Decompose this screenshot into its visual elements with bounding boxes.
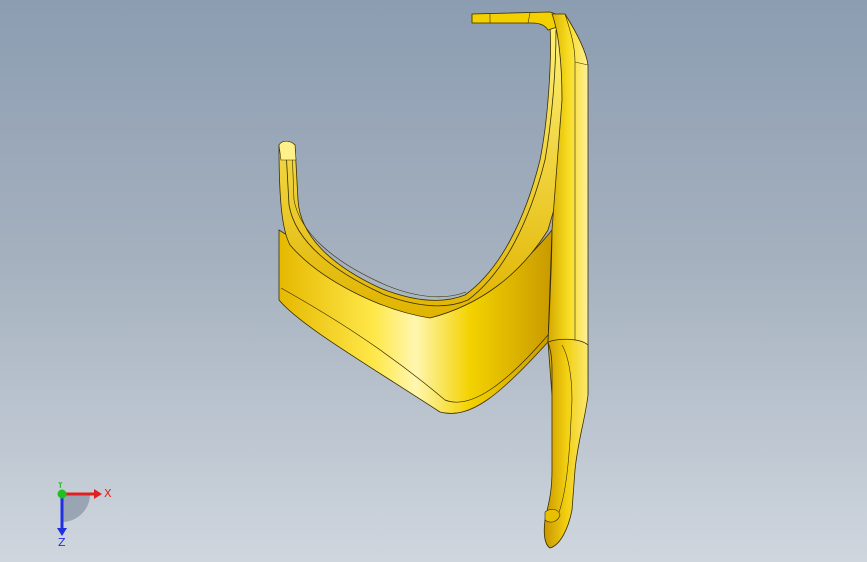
y-axis-label: Y xyxy=(56,482,64,491)
z-axis-label: Z xyxy=(58,536,66,549)
left-tip xyxy=(278,140,297,161)
x-axis-label: X xyxy=(104,487,112,500)
top-mounting-tab xyxy=(471,11,561,31)
x-axis-arrow xyxy=(94,489,102,499)
3d-part-model[interactable] xyxy=(0,0,867,562)
orientation-triad[interactable]: X Y Z xyxy=(40,482,120,552)
z-axis-arrow xyxy=(57,528,67,536)
graphics-viewport[interactable]: X Y Z xyxy=(0,0,867,562)
triad-shadow-quadrant xyxy=(62,494,90,522)
